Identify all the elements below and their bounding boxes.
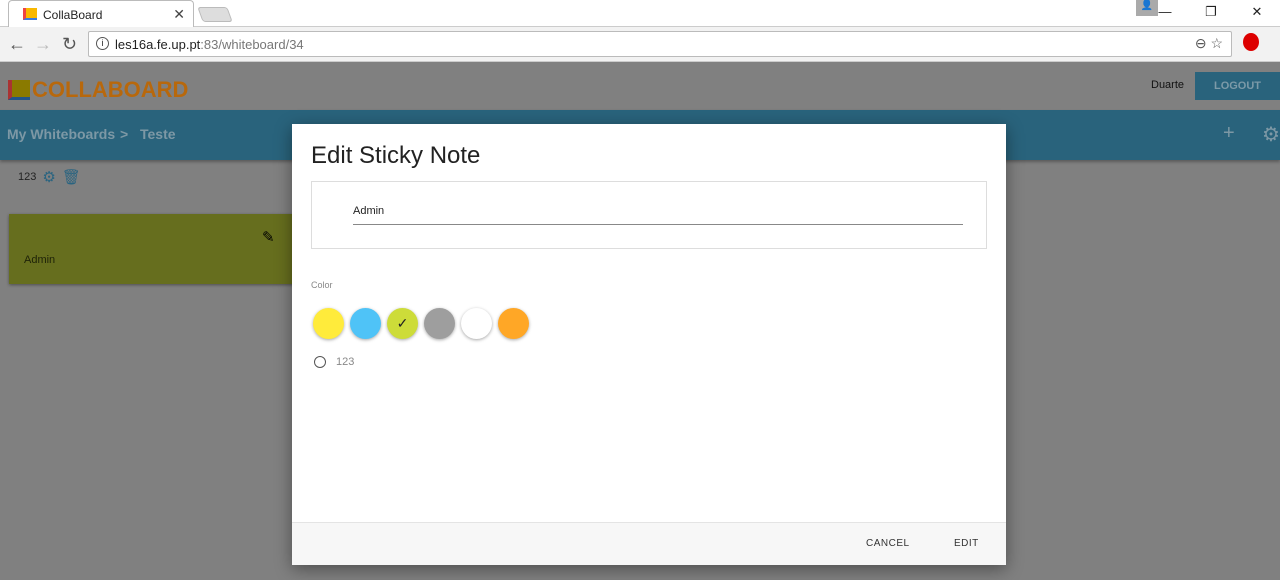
breadcrumb-separator: > xyxy=(120,126,129,142)
app-header: COLLABOARD Duarte LOGOUT xyxy=(0,62,1280,110)
adblock-extension-icon[interactable] xyxy=(1243,33,1259,51)
tag-settings-icon[interactable]: ⚙ xyxy=(42,168,55,186)
color-swatch[interactable] xyxy=(461,308,492,339)
browser-tab-bar: CollaBoard ✕ 👤 — ❐ ✕ xyxy=(0,0,1280,27)
breadcrumb-my-whiteboards[interactable]: My Whiteboards xyxy=(7,126,115,142)
logout-button[interactable]: LOGOUT xyxy=(1195,72,1280,100)
note-text-container xyxy=(311,181,987,249)
logo-icon xyxy=(8,80,30,100)
close-tab-icon[interactable]: ✕ xyxy=(173,6,185,23)
forward-icon[interactable]: → xyxy=(34,34,52,55)
url-host: les16a.fe.up.pt xyxy=(115,37,201,52)
note-text-input[interactable] xyxy=(353,197,963,225)
color-swatch[interactable]: ✓ xyxy=(387,308,418,339)
color-swatch[interactable] xyxy=(350,308,381,339)
username: Duarte xyxy=(1151,79,1185,91)
logo[interactable]: COLLABOARD xyxy=(8,77,188,103)
tag-option[interactable]: 123 xyxy=(314,356,354,368)
browser-tab[interactable]: CollaBoard ✕ xyxy=(8,0,194,27)
color-swatch[interactable] xyxy=(424,308,455,339)
dialog-footer: CANCEL EDIT xyxy=(292,522,1006,565)
edit-note-icon[interactable]: ✎ xyxy=(262,228,275,246)
close-window-button[interactable]: ✕ xyxy=(1234,0,1280,24)
color-swatches: ✓ xyxy=(313,308,529,339)
url-path: :83/whiteboard/34 xyxy=(200,37,304,52)
color-label: Color xyxy=(311,280,333,290)
sticky-note[interactable]: ✎ Admin xyxy=(9,214,309,284)
info-icon[interactable]: i xyxy=(96,37,109,50)
tag-row: 123 ⚙ 🗑 xyxy=(18,168,81,186)
edit-button[interactable]: EDIT xyxy=(954,538,979,549)
check-icon: ✓ xyxy=(396,315,409,331)
tag-delete-icon[interactable]: 🗑 xyxy=(62,168,81,186)
edit-sticky-note-dialog: Edit Sticky Note Color ✓ 123 CANCEL EDIT xyxy=(292,124,1006,565)
color-swatch[interactable] xyxy=(313,308,344,339)
tag-label: 123 xyxy=(18,171,37,183)
reload-icon[interactable]: ↻ xyxy=(62,34,77,55)
browser-toolbar: ← → ↻ i les16a.fe.up.pt:83/whiteboard/34… xyxy=(0,27,1280,62)
settings-icon[interactable]: ⚙ xyxy=(1262,122,1280,147)
logo-text: COLLABOARD xyxy=(32,77,189,102)
favicon-icon xyxy=(23,8,37,20)
cancel-button[interactable]: CANCEL xyxy=(866,538,910,549)
minimize-button[interactable]: — xyxy=(1142,0,1188,24)
radio-icon[interactable] xyxy=(314,356,326,368)
sticky-note-text: Admin xyxy=(24,254,56,266)
color-swatch[interactable] xyxy=(498,308,529,339)
zoom-and-bookmark-icons[interactable]: ⊖ ☆ xyxy=(1195,35,1223,52)
add-icon[interactable]: + xyxy=(1223,122,1235,145)
new-tab-button[interactable] xyxy=(197,7,233,22)
back-icon[interactable]: ← xyxy=(8,34,26,55)
tab-title: CollaBoard xyxy=(43,8,103,22)
dialog-title: Edit Sticky Note xyxy=(311,142,481,169)
restore-button[interactable]: ❐ xyxy=(1188,0,1234,24)
tag-option-label: 123 xyxy=(336,356,355,368)
breadcrumb-current: Teste xyxy=(140,126,176,142)
address-bar[interactable]: i les16a.fe.up.pt:83/whiteboard/34 ⊖ ☆ xyxy=(88,31,1232,57)
